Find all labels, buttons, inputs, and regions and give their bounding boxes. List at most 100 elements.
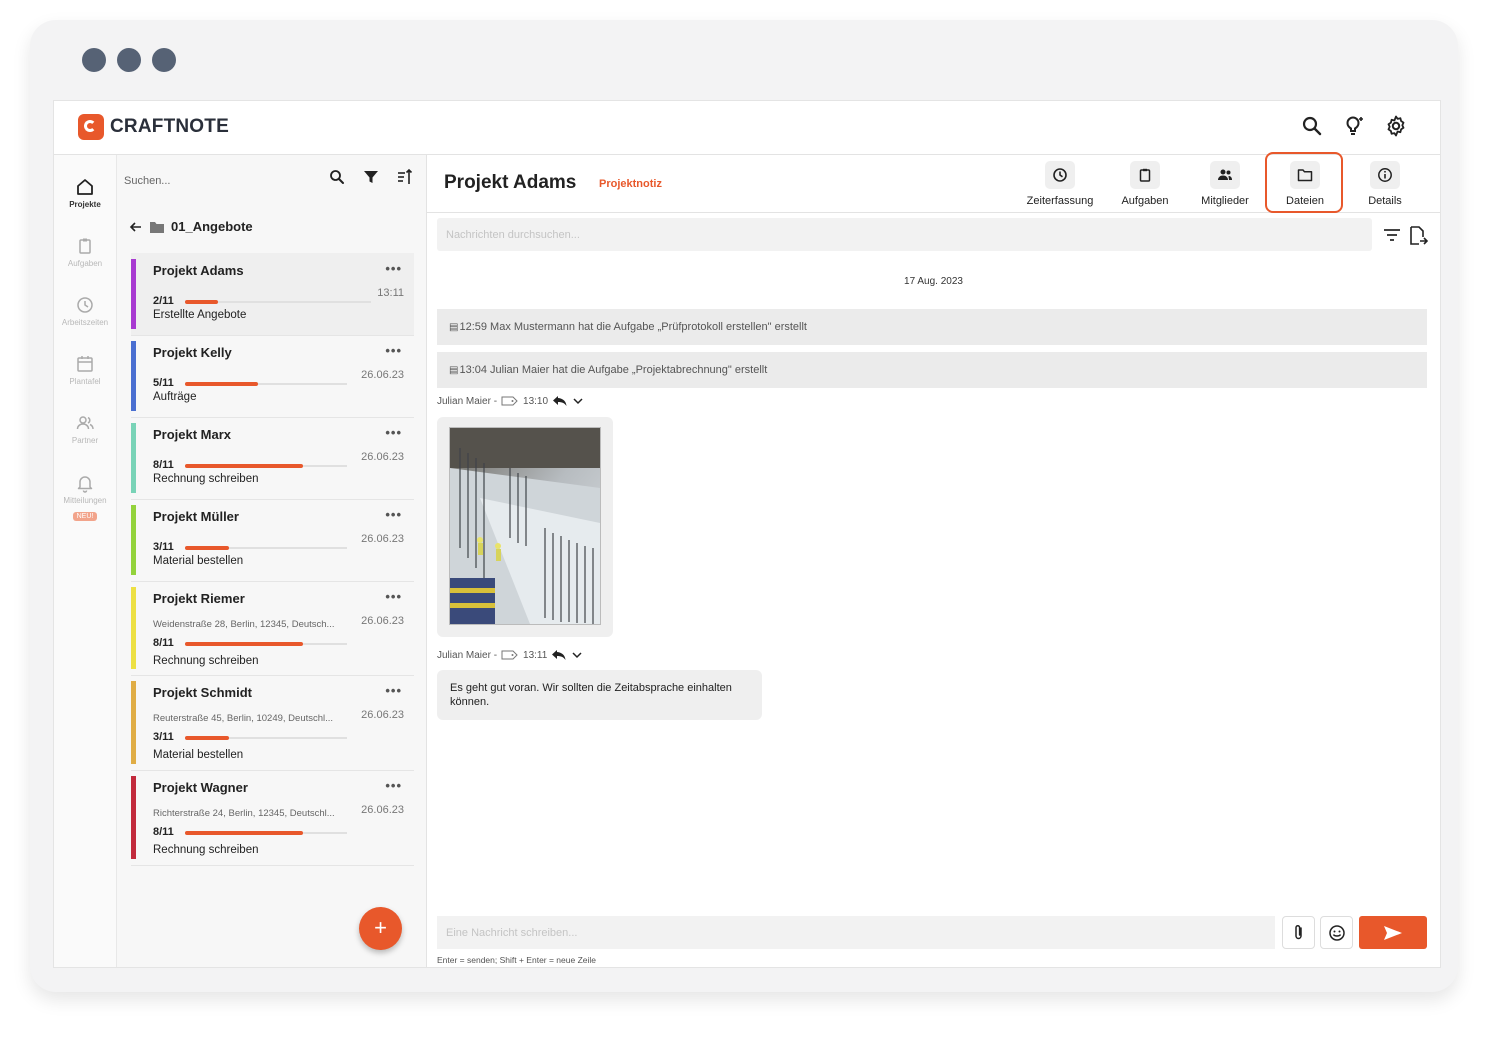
chat-panel: Projekt Adams Projektnotiz Zeiterfassung… <box>427 152 1440 967</box>
progress-track <box>185 300 371 304</box>
bell-icon <box>77 476 93 493</box>
export-file-icon[interactable] <box>1408 225 1428 247</box>
project-color-bar <box>131 259 136 329</box>
emoji-button[interactable] <box>1320 916 1353 949</box>
text-message[interactable]: Es geht gut voran. Wir sollten die Zeita… <box>437 670 762 720</box>
lightbulb-icon[interactable] <box>1342 114 1366 138</box>
project-color-bar <box>131 423 136 493</box>
project-progress-count: 5/11 <box>153 377 174 389</box>
project-progress-count: 2/11 <box>153 295 174 307</box>
nav-rail: Projekte Aufgaben Arbeitszeiten Plantafe… <box>54 155 117 967</box>
reply-icon[interactable] <box>551 649 567 661</box>
tab-mitglieder[interactable]: Mitglieder <box>1194 161 1256 207</box>
tab-details[interactable]: Details <box>1356 161 1414 207</box>
send-button[interactable] <box>1359 916 1427 949</box>
project-status: Rechnung schreiben <box>153 655 259 667</box>
tag-icon[interactable] <box>501 649 519 661</box>
progress-fill <box>185 831 303 835</box>
progress-fill <box>185 382 258 386</box>
project-list-item[interactable]: Projekt Riemer ••• 26.06.23 Weidenstraße 28… <box>131 581 414 676</box>
tag-icon[interactable] <box>501 395 519 407</box>
project-name: Projekt Wagner <box>153 780 248 795</box>
project-list-item[interactable]: Projekt Wagner ••• 26.06.23 Richterstraße 2… <box>131 770 414 866</box>
project-date: 26.06.23 <box>361 615 404 627</box>
logo[interactable]: CRAFTNOTE <box>78 114 229 140</box>
chevron-down-icon[interactable] <box>572 395 584 407</box>
reply-icon[interactable] <box>552 395 568 407</box>
progress-fill <box>185 546 229 550</box>
window-dot-maximize[interactable] <box>152 48 176 72</box>
message-compose-input[interactable] <box>437 916 1275 949</box>
project-status: Rechnung schreiben <box>153 844 259 856</box>
filter-icon[interactable] <box>362 168 380 186</box>
project-color-bar <box>131 681 136 764</box>
more-options-icon[interactable]: ••• <box>385 683 402 698</box>
rail-item-arbeitszeiten[interactable]: Arbeitszeiten <box>54 295 116 327</box>
attach-button[interactable] <box>1282 916 1315 949</box>
more-options-icon[interactable]: ••• <box>385 425 402 440</box>
project-progress-count: 3/11 <box>153 541 174 553</box>
sort-icon[interactable] <box>396 168 414 186</box>
people-icon <box>76 416 94 430</box>
clock-icon <box>77 297 93 313</box>
message-time: 13:10 <box>523 395 549 407</box>
rail-item-mitteilungen[interactable]: Mitteilungen NEU! <box>54 473 116 523</box>
window-dot-minimize[interactable] <box>117 48 141 72</box>
project-status: Erstellte Angebote <box>153 309 247 321</box>
project-list-item[interactable]: Projekt Schmidt ••• 26.06.23 Reuterstraße 4… <box>131 675 414 771</box>
filter-lines-icon[interactable] <box>1382 227 1402 243</box>
progress-track <box>185 382 347 386</box>
more-options-icon[interactable]: ••• <box>385 778 402 793</box>
construction-site-image <box>450 428 600 624</box>
rail-item-plantafel[interactable]: Plantafel <box>54 354 116 386</box>
gear-icon[interactable] <box>1384 114 1408 138</box>
more-options-icon[interactable]: ••• <box>385 507 402 522</box>
calendar-icon <box>77 356 93 372</box>
tab-aufgaben[interactable]: Aufgaben <box>1116 161 1174 207</box>
rail-item-aufgaben[interactable]: Aufgaben <box>54 236 116 268</box>
send-icon <box>1384 925 1402 940</box>
construction-photo[interactable] <box>449 427 601 625</box>
project-list-panel: 01_Angebote Projekt Adams ••• 13:11 2/11 Ers… <box>117 155 427 967</box>
search-icon[interactable] <box>328 168 346 186</box>
message-meta: Julian Maier - 13:10 <box>437 395 584 407</box>
more-options-icon[interactable]: ••• <box>385 589 402 604</box>
back-arrow-icon[interactable] <box>129 220 143 234</box>
rail-label: Arbeitszeiten <box>61 318 109 327</box>
more-options-icon[interactable]: ••• <box>385 343 402 358</box>
rail-item-projekte[interactable]: Projekte <box>54 177 116 209</box>
folder-name: 01_Angebote <box>171 219 253 234</box>
project-list-item[interactable]: Projekt Müller ••• 26.06.23 3/11 Material be… <box>131 499 414 582</box>
progress-fill <box>185 300 218 304</box>
project-color-bar <box>131 341 136 411</box>
project-date: 26.06.23 <box>361 369 404 381</box>
image-message[interactable] <box>437 417 613 637</box>
window-dot-close[interactable] <box>82 48 106 72</box>
project-search-input[interactable] <box>122 165 316 197</box>
message-search-input[interactable] <box>437 218 1372 251</box>
add-project-button[interactable]: + <box>359 907 402 950</box>
smiley-icon <box>1328 924 1345 941</box>
project-list-item[interactable]: Projekt Marx ••• 26.06.23 8/11 Rechnung schr… <box>131 417 414 500</box>
window-controls <box>82 48 176 72</box>
chevron-down-icon[interactable] <box>571 649 583 661</box>
project-color-bar <box>131 776 136 859</box>
top-bar: CRAFTNOTE <box>54 101 1440 155</box>
project-progress-count: 3/11 <box>153 731 174 743</box>
project-name: Projekt Kelly <box>153 345 232 360</box>
rail-item-partner[interactable]: Partner <box>54 413 116 445</box>
system-message-text: 12:59 Max Mustermann hat die Aufgabe „Pr… <box>459 321 807 333</box>
new-badge: NEU! <box>72 512 98 521</box>
search-icon[interactable] <box>1300 114 1324 138</box>
system-message-text: 13:04 Julian Maier hat die Aufgabe „Proj… <box>459 364 768 376</box>
progress-fill <box>185 736 229 740</box>
task-icon: ▤ <box>449 321 459 333</box>
message-meta: Julian Maier - 13:11 <box>437 649 583 661</box>
project-progress-count: 8/11 <box>153 459 174 471</box>
tab-zeiterfassung[interactable]: Zeiterfassung <box>1021 161 1099 207</box>
project-list-item[interactable]: Projekt Adams ••• 13:11 2/11 Erstellte Angeb… <box>131 253 414 336</box>
folder-breadcrumb[interactable]: 01_Angebote <box>129 219 253 234</box>
more-options-icon[interactable]: ••• <box>385 261 402 276</box>
task-icon: ▤ <box>449 364 459 376</box>
project-list-item[interactable]: Projekt Kelly ••• 26.06.23 5/11 Aufträge <box>131 335 414 418</box>
